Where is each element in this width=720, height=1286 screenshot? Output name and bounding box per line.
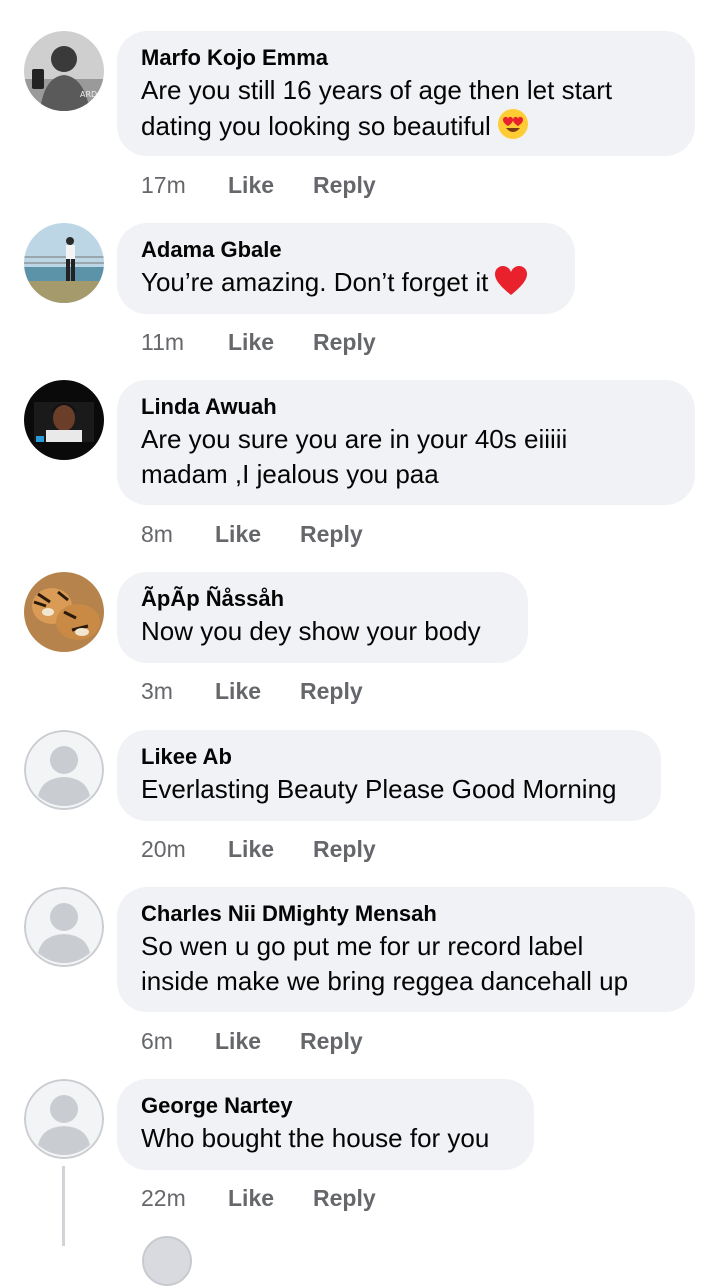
like-button[interactable]: Like bbox=[215, 521, 300, 548]
comment-text-line: So wen u go put me for ur record label bbox=[141, 931, 584, 961]
reply-avatar[interactable] bbox=[142, 1236, 192, 1286]
reply-thread-line bbox=[62, 1166, 65, 1246]
avatar[interactable] bbox=[24, 1079, 104, 1159]
comment-actions: 3m Like Reply bbox=[141, 678, 363, 705]
comment-bubble[interactable]: Marfo Kojo Emma Are you still 16 years o… bbox=[117, 31, 695, 156]
comment-text-line: dating you looking so beautiful bbox=[141, 108, 671, 149]
comment-actions: 17m Like Reply bbox=[141, 172, 376, 199]
comment-text-line: Are you still 16 years of age then let s… bbox=[141, 75, 613, 105]
like-button[interactable]: Like bbox=[228, 329, 313, 356]
comment-time[interactable]: 22m bbox=[141, 1185, 228, 1212]
comment-time[interactable]: 6m bbox=[141, 1028, 215, 1055]
comment-actions: 6m Like Reply bbox=[141, 1028, 363, 1055]
comment-time[interactable]: 3m bbox=[141, 678, 215, 705]
comment-text-line-content: dating you looking so beautiful bbox=[141, 111, 491, 141]
avatar-photo-icon bbox=[24, 223, 104, 303]
reply-button[interactable]: Reply bbox=[313, 172, 376, 199]
avatar[interactable] bbox=[24, 380, 104, 460]
default-avatar-icon bbox=[24, 887, 104, 967]
comment-text: Everlasting Beauty Please Good Morning bbox=[141, 774, 617, 804]
comment-text: Now you dey show your body bbox=[141, 616, 481, 646]
comment-text-line: You’re amazing. Don’t forget it bbox=[141, 267, 489, 297]
avatar[interactable] bbox=[24, 887, 104, 967]
comment-time[interactable]: 11m bbox=[141, 329, 228, 356]
reply-button[interactable]: Reply bbox=[313, 836, 376, 863]
reply-button[interactable]: Reply bbox=[300, 521, 363, 548]
avatar[interactable] bbox=[24, 572, 104, 652]
comment-actions: 20m Like Reply bbox=[141, 836, 376, 863]
comment-text: So wen u go put me for ur record label i… bbox=[141, 929, 671, 999]
comment-time[interactable]: 20m bbox=[141, 836, 228, 863]
default-avatar-icon bbox=[24, 730, 104, 810]
like-button[interactable]: Like bbox=[228, 172, 313, 199]
like-button[interactable]: Like bbox=[215, 1028, 300, 1055]
comment-bubble[interactable]: Adama Gbale You’re amazing. Don’t forget… bbox=[117, 223, 575, 314]
reply-button[interactable]: Reply bbox=[300, 1028, 363, 1055]
comment-text: Are you sure you are in your 40s eiiiii … bbox=[141, 422, 671, 492]
comment-bubble[interactable]: ÃpÃp Ñåssåh Now you dey show your body bbox=[117, 572, 528, 663]
reply-button[interactable]: Reply bbox=[313, 1185, 376, 1212]
comment-bubble[interactable]: Charles Nii DMighty Mensah So wen u go p… bbox=[117, 887, 695, 1012]
avatar[interactable] bbox=[24, 730, 104, 810]
comment-time[interactable]: 8m bbox=[141, 521, 215, 548]
comment-bubble[interactable]: Linda Awuah Are you sure you are in your… bbox=[117, 380, 695, 505]
reply-button[interactable]: Reply bbox=[300, 678, 363, 705]
default-avatar-icon bbox=[24, 1079, 104, 1159]
comment-author[interactable]: Charles Nii DMighty Mensah bbox=[141, 900, 671, 928]
reply-button[interactable]: Reply bbox=[313, 329, 376, 356]
comment-author[interactable]: Likee Ab bbox=[141, 743, 637, 771]
comment-text: Who bought the house for you bbox=[141, 1123, 490, 1153]
avatar-photo-icon: ARD bbox=[24, 31, 104, 111]
comment-author[interactable]: ÃpÃp Ñåssåh bbox=[141, 585, 504, 613]
comment-actions: 22m Like Reply bbox=[141, 1185, 376, 1212]
comment-time[interactable]: 17m bbox=[141, 172, 228, 199]
comment-text: You’re amazing. Don’t forget it bbox=[141, 265, 551, 305]
svg-text:ARD: ARD bbox=[80, 90, 97, 99]
comment-author[interactable]: Adama Gbale bbox=[141, 236, 551, 264]
comment-bubble[interactable]: Likee Ab Everlasting Beauty Please Good … bbox=[117, 730, 661, 821]
like-button[interactable]: Like bbox=[228, 1185, 313, 1212]
comment-text: Are you still 16 years of age then let s… bbox=[141, 73, 671, 149]
comment-actions: 8m Like Reply bbox=[141, 521, 363, 548]
comment-bubble[interactable]: George Nartey Who bought the house for y… bbox=[117, 1079, 534, 1170]
comment-text-line: Are you sure you are in your 40s eiiiii bbox=[141, 424, 568, 454]
comment-author[interactable]: George Nartey bbox=[141, 1092, 510, 1120]
avatar[interactable] bbox=[24, 223, 104, 303]
avatar-photo-icon bbox=[24, 380, 104, 460]
avatar[interactable]: ARD bbox=[24, 31, 104, 111]
avatar-photo-icon bbox=[24, 572, 104, 652]
red-heart-emoji-icon bbox=[494, 266, 528, 305]
comment-text-line: madam ,I jealous you paa bbox=[141, 459, 439, 489]
comment-actions: 11m Like Reply bbox=[141, 329, 376, 356]
like-button[interactable]: Like bbox=[228, 836, 313, 863]
heart-eyes-emoji-icon bbox=[497, 108, 529, 149]
comment-author[interactable]: Marfo Kojo Emma bbox=[141, 44, 671, 72]
comment-author[interactable]: Linda Awuah bbox=[141, 393, 671, 421]
like-button[interactable]: Like bbox=[215, 678, 300, 705]
comment-text-line: inside make we bring reggea dancehall up bbox=[141, 966, 629, 996]
